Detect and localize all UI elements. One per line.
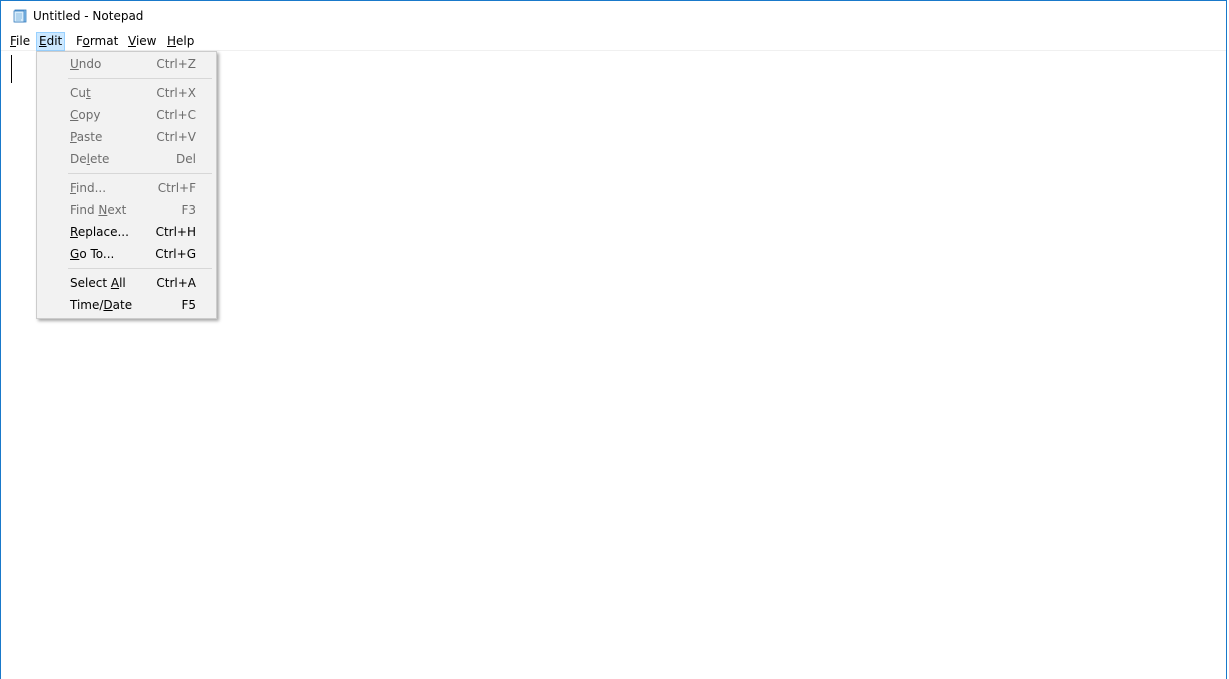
menu-separator: [68, 78, 212, 79]
find-next-label-pre: Find: [70, 203, 99, 217]
time-date-label-pre: Time/: [70, 298, 104, 312]
menu-separator: [68, 173, 212, 174]
copy-label-post: opy: [78, 108, 101, 122]
menu-help-accel: H: [167, 34, 177, 48]
window-title: Untitled - Notepad: [33, 9, 144, 23]
find-label-post: ind...: [76, 181, 107, 195]
time-date-shortcut: F5: [181, 298, 196, 312]
edit-menu-delete[interactable]: Delete Del: [37, 148, 216, 170]
go-to-label-post: o To...: [79, 247, 115, 261]
paste-label-post: aste: [76, 130, 103, 144]
select-all-label-post: ll: [119, 276, 126, 290]
find-shortcut: Ctrl+F: [157, 181, 196, 195]
cut-label-accel: t: [85, 86, 91, 100]
find-next-label-post: ext: [107, 203, 127, 217]
edit-menu-copy[interactable]: Copy Ctrl+C: [37, 104, 216, 126]
menu-edit-accel: E: [39, 34, 47, 48]
undo-label-accel: U: [70, 57, 79, 71]
menu-format[interactable]: Format: [73, 32, 121, 51]
edit-menu-dropdown: Undo Ctrl+Z Cut Ctrl+X Copy Ctrl+C Paste…: [36, 51, 217, 319]
edit-menu-undo[interactable]: Undo Ctrl+Z: [37, 53, 216, 75]
menu-format-post: rmat: [89, 34, 119, 48]
edit-menu-find-next[interactable]: Find Next F3: [37, 199, 216, 221]
edit-menu-select-all[interactable]: Select All Ctrl+A: [37, 272, 216, 294]
menu-format-accel: o: [82, 34, 90, 48]
edit-menu-time-date[interactable]: Time/Date F5: [37, 294, 216, 316]
menu-separator: [68, 268, 212, 269]
paste-shortcut: Ctrl+V: [156, 130, 196, 144]
select-all-label-pre: Select: [70, 276, 111, 290]
edit-menu-find[interactable]: Find... Ctrl+F: [37, 177, 216, 199]
paste-label-accel: P: [70, 130, 77, 144]
edit-menu-replace[interactable]: Replace... Ctrl+H: [37, 221, 216, 243]
select-all-shortcut: Ctrl+A: [156, 276, 196, 290]
menu-view-accel: V: [128, 34, 136, 48]
undo-label-post: ndo: [78, 57, 102, 71]
menu-edit-post: dit: [46, 34, 63, 48]
text-caret: [11, 55, 12, 83]
edit-menu-cut[interactable]: Cut Ctrl+X: [37, 82, 216, 104]
menu-bar: File Edit Format View Help: [1, 31, 1226, 51]
replace-shortcut: Ctrl+H: [155, 225, 196, 239]
edit-menu-paste[interactable]: Paste Ctrl+V: [37, 126, 216, 148]
replace-label-accel: R: [70, 225, 78, 239]
time-date-label-post: ate: [112, 298, 133, 312]
menu-help-post: elp: [176, 34, 195, 48]
edit-menu-go-to[interactable]: Go To... Ctrl+G: [37, 243, 216, 265]
replace-label-post: eplace...: [77, 225, 129, 239]
notepad-icon: [13, 9, 27, 23]
menu-file-post: ile: [16, 34, 31, 48]
menu-help[interactable]: Help: [164, 32, 197, 51]
select-all-label-accel: A: [110, 276, 120, 290]
cut-shortcut: Ctrl+X: [156, 86, 196, 100]
copy-shortcut: Ctrl+C: [156, 108, 196, 122]
menu-file[interactable]: File: [7, 32, 33, 51]
menu-edit[interactable]: Edit: [36, 32, 66, 51]
title-bar[interactable]: Untitled - Notepad: [1, 1, 1226, 31]
cut-label-pre: Cu: [70, 86, 86, 100]
find-next-shortcut: F3: [181, 203, 196, 217]
time-date-label-accel: D: [103, 298, 113, 312]
delete-label-pre: De: [70, 152, 87, 166]
go-to-label-accel: G: [70, 247, 80, 261]
go-to-shortcut: Ctrl+G: [155, 247, 196, 261]
menu-view-post: iew: [135, 34, 157, 48]
menu-view[interactable]: View: [125, 32, 159, 51]
undo-shortcut: Ctrl+Z: [156, 57, 196, 71]
delete-shortcut: Del: [176, 152, 196, 166]
delete-label-post: ete: [89, 152, 110, 166]
